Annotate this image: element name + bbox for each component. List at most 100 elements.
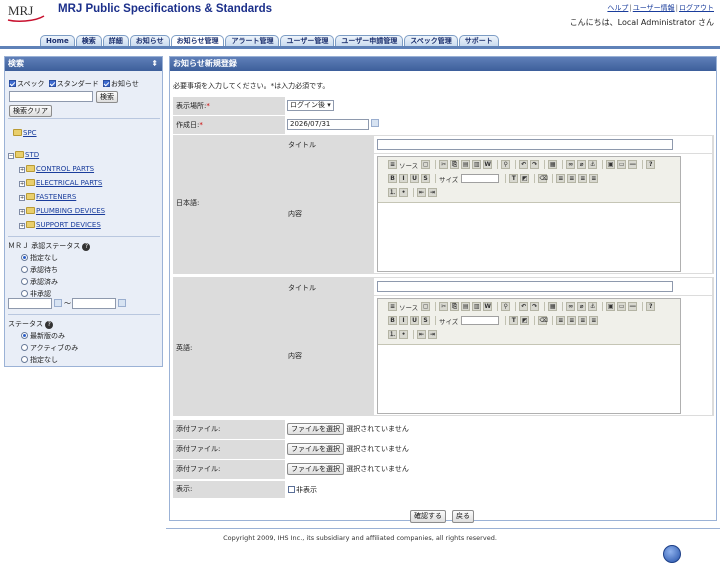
radio-icon[interactable] <box>21 254 28 261</box>
align-left-icon[interactable]: ≡ <box>556 316 566 325</box>
anchor-icon[interactable]: ⚓ <box>588 160 598 169</box>
table-icon[interactable]: ▦ <box>548 160 558 169</box>
date-to-input[interactable] <box>72 298 116 309</box>
italic-icon[interactable]: I <box>399 174 408 183</box>
align-right-icon[interactable]: ≡ <box>578 316 588 325</box>
source-icon[interactable]: ≡ <box>388 302 397 311</box>
choose-file-button[interactable]: ファイルを選択 <box>287 423 344 435</box>
radio-icon[interactable] <box>21 266 28 273</box>
japanese-rich-editor[interactable]: ≡ ソース ▢ ✂ ⎘ ▤ ▥ W ⚲ ↶ ↷ ▦ ∞ ⌀ ⚓ ▣ ▭ ―? BIUS サイズ T ◩ ⌫ ≡… <box>377 156 681 272</box>
text-color-icon[interactable]: T <box>509 174 519 183</box>
search-input[interactable] <box>9 91 93 102</box>
copy-icon[interactable]: ⎘ <box>450 160 460 169</box>
tree-link-std[interactable]: STD <box>25 151 39 159</box>
text-color-icon[interactable]: T <box>509 316 519 325</box>
anchor-icon[interactable]: ⚓ <box>588 302 598 311</box>
radio-icon[interactable] <box>21 290 28 297</box>
preview-icon[interactable]: ▢ <box>421 160 431 169</box>
about-icon[interactable]: ? <box>646 160 656 169</box>
japanese-title-input[interactable] <box>377 139 673 150</box>
logout-link[interactable]: ログアウト <box>679 4 714 12</box>
radio-icon[interactable] <box>21 278 28 285</box>
bg-color-icon[interactable]: ◩ <box>520 174 530 183</box>
source-icon[interactable]: ≡ <box>388 160 397 169</box>
tree-link-control-parts[interactable]: CONTROL PARTS <box>36 165 94 173</box>
unordered-list-icon[interactable]: • <box>399 330 408 339</box>
source-label[interactable]: ソース <box>399 160 418 170</box>
expand-toggle-icon[interactable]: + <box>19 195 25 201</box>
remove-format-icon[interactable]: ⌫ <box>538 316 548 325</box>
user-info-link[interactable]: ユーザー情報 <box>633 4 675 12</box>
approval-option[interactable]: 指定なし <box>21 253 58 263</box>
confirm-button[interactable]: 確認する <box>410 510 446 523</box>
search-clear-button[interactable]: 検索クリア <box>9 105 52 117</box>
tree-link-spc[interactable]: SPC <box>23 129 37 137</box>
tree-link-electrical-parts[interactable]: ELECTRICAL PARTS <box>36 179 102 187</box>
cut-icon[interactable]: ✂ <box>439 302 449 311</box>
english-title-input[interactable] <box>377 281 673 292</box>
expand-toggle-icon[interactable]: + <box>19 223 25 229</box>
ordered-list-icon[interactable]: ⒈ <box>388 330 397 339</box>
align-center-icon[interactable]: ≡ <box>567 316 577 325</box>
hr-icon[interactable]: ― <box>628 302 638 311</box>
display-location-select[interactable]: ログイン後 ▾ <box>287 100 334 111</box>
approval-option[interactable]: 承認待ち <box>21 265 58 275</box>
hr-icon[interactable]: ― <box>628 160 638 169</box>
find-icon[interactable]: ⚲ <box>501 302 511 311</box>
align-right-icon[interactable]: ≡ <box>578 174 588 183</box>
redo-icon[interactable]: ↷ <box>530 302 540 311</box>
remove-format-icon[interactable]: ⌫ <box>538 174 548 183</box>
align-center-icon[interactable]: ≡ <box>567 174 577 183</box>
search-button[interactable]: 検索 <box>96 91 118 103</box>
standard-checkbox[interactable] <box>48 80 56 87</box>
flash-icon[interactable]: ▭ <box>617 302 627 311</box>
align-left-icon[interactable]: ≡ <box>556 174 566 183</box>
link-icon[interactable]: ∞ <box>566 302 576 311</box>
collapse-toggle-icon[interactable]: − <box>8 153 14 159</box>
undo-icon[interactable]: ↶ <box>519 160 529 169</box>
table-icon[interactable]: ▦ <box>548 302 558 311</box>
strike-icon[interactable]: S <box>421 316 430 325</box>
ordered-list-icon[interactable]: ⒈ <box>388 188 397 197</box>
hidden-checkbox[interactable] <box>288 486 295 493</box>
undo-icon[interactable]: ↶ <box>519 302 529 311</box>
underline-icon[interactable]: U <box>410 316 419 325</box>
about-icon[interactable]: ? <box>646 302 656 311</box>
choose-file-button[interactable]: ファイルを選択 <box>287 443 344 455</box>
outdent-icon[interactable]: ⇤ <box>417 330 426 339</box>
approval-option[interactable]: 承認済み <box>21 277 58 287</box>
image-icon[interactable]: ▣ <box>606 160 616 169</box>
strike-icon[interactable]: S <box>421 174 430 183</box>
expand-toggle-icon[interactable]: + <box>19 209 25 215</box>
underline-icon[interactable]: U <box>410 174 419 183</box>
collapse-icon[interactable]: ⇞ <box>151 57 158 71</box>
cut-icon[interactable]: ✂ <box>439 160 449 169</box>
unlink-icon[interactable]: ⌀ <box>577 160 587 169</box>
status-option[interactable]: 指定なし <box>21 355 58 365</box>
radio-icon[interactable] <box>21 356 28 363</box>
paste-icon[interactable]: ▤ <box>461 302 471 311</box>
unlink-icon[interactable]: ⌀ <box>577 302 587 311</box>
unordered-list-icon[interactable]: • <box>399 188 408 197</box>
image-icon[interactable]: ▣ <box>606 302 616 311</box>
bold-icon[interactable]: B <box>388 174 397 183</box>
back-button[interactable]: 戻る <box>452 510 474 523</box>
spec-checkbox[interactable] <box>9 80 16 87</box>
font-size-select[interactable] <box>461 174 500 183</box>
tree-link-fasteners[interactable]: FASTENERS <box>36 193 76 201</box>
expand-toggle-icon[interactable]: + <box>19 167 25 173</box>
preview-icon[interactable]: ▢ <box>421 302 431 311</box>
radio-icon[interactable] <box>21 332 28 339</box>
indent-icon[interactable]: ⇥ <box>428 330 437 339</box>
bold-icon[interactable]: B <box>388 316 397 325</box>
calendar-icon[interactable] <box>118 298 126 307</box>
english-rich-editor[interactable]: ≡ ソース ▢ ✂ ⎘ ▤ ▥ W ⚲ ↶ ↷ ▦ ∞ ⌀ ⚓ ▣ ▭ ―? BIUS サイズ T ◩ ⌫ ≡… <box>377 298 681 414</box>
paste-text-icon[interactable]: ▥ <box>472 160 482 169</box>
created-date-input[interactable]: 2026/07/31 <box>287 119 369 130</box>
tree-link-support-devices[interactable]: SUPPORT DEVICES <box>36 221 101 229</box>
help-link[interactable]: ヘルプ <box>607 4 628 12</box>
calendar-icon[interactable] <box>54 298 62 307</box>
copy-icon[interactable]: ⎘ <box>450 302 460 311</box>
notice-checkbox[interactable] <box>102 80 110 87</box>
help-icon[interactable]: ? <box>82 243 91 251</box>
